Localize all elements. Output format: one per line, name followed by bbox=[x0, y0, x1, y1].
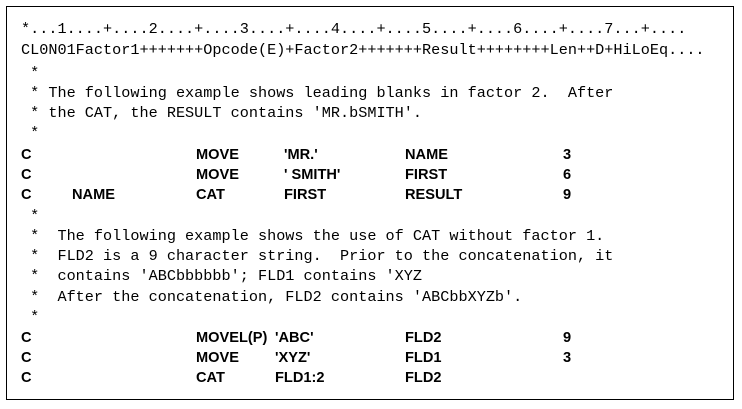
spec-type: C bbox=[21, 330, 32, 346]
comment-line: * contains 'ABCbbbbbb'; FLD1 contains 'X… bbox=[21, 267, 423, 285]
comment-line: * FLD2 is a 9 character string. Prior to… bbox=[21, 247, 614, 265]
spec-header: CL0N01Factor1+++++++Opcode(E)+Factor2+++… bbox=[21, 41, 705, 59]
spec-type: C bbox=[21, 187, 32, 203]
spec-factor2: 'ABC' bbox=[275, 330, 314, 346]
spec-result: FLD2 bbox=[405, 330, 442, 346]
spec-factor2: FIRST bbox=[284, 187, 327, 203]
spec-factor2: ' SMITH' bbox=[284, 167, 341, 183]
spec-result: RESULT bbox=[405, 187, 463, 203]
spec-length: 9 bbox=[563, 330, 572, 346]
spec-opcode: MOVE bbox=[196, 167, 239, 183]
comment-line: * bbox=[21, 308, 40, 326]
spec-type: C bbox=[21, 167, 32, 183]
spec-opcode: MOVE bbox=[196, 147, 239, 163]
spec-opcode: CAT bbox=[196, 370, 225, 386]
comment-line: * bbox=[21, 207, 40, 225]
spec-type: C bbox=[21, 370, 32, 386]
spec-length: 9 bbox=[563, 187, 572, 203]
spec-result: FLD1 bbox=[405, 350, 442, 366]
spec-result: FLD2 bbox=[405, 370, 442, 386]
spec-type: C bbox=[21, 350, 32, 366]
spec-length: 3 bbox=[563, 350, 572, 366]
comment-line: * The following example shows leading bl… bbox=[21, 84, 614, 102]
spec-factor1: NAME bbox=[72, 187, 115, 203]
comment-line: * bbox=[21, 124, 40, 142]
spec-length: 3 bbox=[563, 147, 572, 163]
spec-opcode: CAT bbox=[196, 187, 225, 203]
spec-length: 6 bbox=[563, 167, 572, 183]
spec-factor2: 'MR.' bbox=[284, 147, 318, 163]
spec-opcode: MOVEL(P) bbox=[196, 330, 268, 346]
spec-type: C bbox=[21, 147, 32, 163]
comment-line: * the CAT, the RESULT contains 'MR.bSMIT… bbox=[21, 104, 423, 122]
column-ruler: *...1....+....2....+....3....+....4....+… bbox=[21, 20, 687, 38]
spec-factor2: FLD1:2 bbox=[275, 370, 325, 386]
spec-result: FIRST bbox=[405, 167, 448, 183]
comment-line: * The following example shows the use of… bbox=[21, 227, 605, 245]
spec-factor2: 'XYZ' bbox=[275, 350, 311, 366]
comment-line: * After the concatenation, FLD2 contains… bbox=[21, 288, 523, 306]
spec-result: NAME bbox=[405, 147, 448, 163]
spec-opcode: MOVE bbox=[196, 350, 239, 366]
comment-line: * bbox=[21, 64, 40, 82]
code-listing-box: *...1....+....2....+....3....+....4....+… bbox=[6, 6, 734, 400]
